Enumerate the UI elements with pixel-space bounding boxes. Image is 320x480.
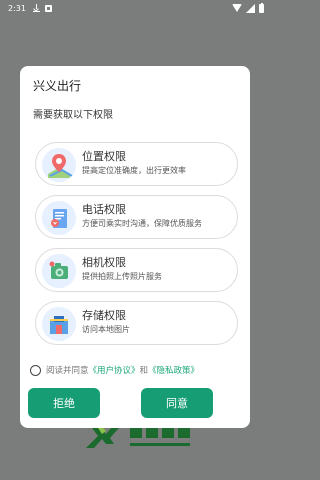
- permission-dialog: 兴义出行 需要获取以下权限 位置权限 提高定位准确度，出行更效率 电话权限 方便…: [20, 66, 250, 428]
- accept-button[interactable]: 同意: [141, 388, 213, 418]
- status-time: 2:31: [8, 3, 26, 13]
- agreement-row: 阅读并同意 《用户协议》 和 《隐私政策》: [30, 364, 199, 376]
- download-icon: [32, 4, 40, 12]
- permission-item-storage: 存储权限 访问本地图片: [35, 301, 238, 345]
- system-icons: [232, 2, 264, 13]
- permission-title-camera: 相机权限: [82, 256, 126, 269]
- signal-icon: [246, 3, 255, 13]
- privacy-policy-link[interactable]: 《隐私政策》: [148, 364, 199, 376]
- permission-desc-location: 提高定位准确度，出行更效率: [82, 166, 186, 175]
- reject-button[interactable]: 拒绝: [28, 388, 100, 418]
- permission-desc-camera: 提供拍照上传照片服务: [82, 272, 162, 281]
- permission-item-camera: 相机权限 提供拍照上传照片服务: [35, 248, 238, 292]
- location-pin-icon: [42, 148, 76, 182]
- dialog-title: 兴义出行: [33, 79, 82, 93]
- agreement-prefix: 阅读并同意: [46, 366, 89, 376]
- battery-icon: [259, 2, 264, 13]
- notification-icons: [32, 4, 52, 12]
- permission-item-location: 位置权限 提高定位准确度，出行更效率: [35, 142, 238, 186]
- wifi-icon: [232, 4, 242, 12]
- agreement-and: 和: [139, 366, 149, 376]
- camera-icon: [42, 254, 76, 288]
- permission-desc-phone: 方便司乘实时沟通，保障优质服务: [82, 219, 202, 228]
- agreement-radio[interactable]: [30, 364, 41, 376]
- permission-item-phone: 电话权限 方便司乘实时沟通，保障优质服务: [35, 195, 238, 239]
- storage-folder-icon: [42, 307, 76, 341]
- dialog-subtitle: 需要获取以下权限: [33, 110, 113, 121]
- permission-desc-storage: 访问本地图片: [82, 325, 130, 334]
- permission-title-location: 位置权限: [82, 150, 126, 163]
- status-bar: 2:31: [0, 0, 270, 16]
- phone-document-icon: [42, 201, 76, 235]
- user-agreement-link[interactable]: 《用户协议》: [89, 364, 140, 376]
- app-notification-icon: [44, 4, 52, 12]
- permission-title-phone: 电话权限: [82, 203, 126, 216]
- permission-title-storage: 存储权限: [82, 309, 126, 322]
